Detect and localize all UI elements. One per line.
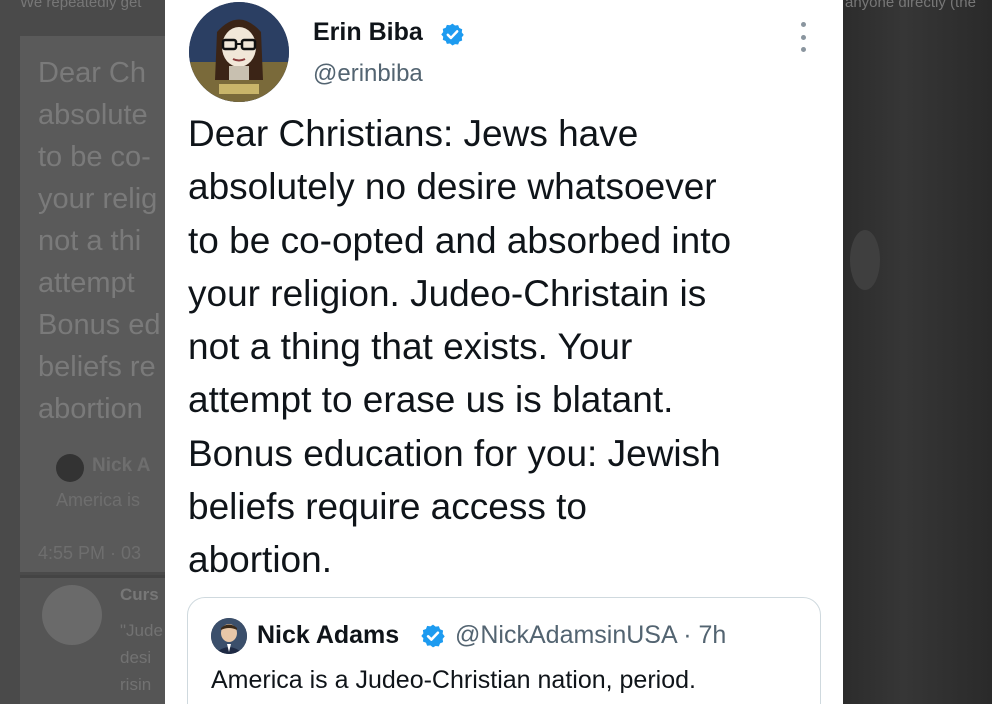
background-reply-avatar [42, 585, 102, 645]
background-reply-line: desi [120, 648, 152, 667]
more-options-icon[interactable] [793, 20, 813, 54]
background-text-line: abortion [38, 393, 143, 425]
background-quote-text: America is [56, 490, 141, 510]
tweet-text-line: Bonus education for you: Jewish [188, 432, 721, 474]
background-text-line: attempt [38, 267, 135, 299]
tweet-text-line: abortion. [188, 539, 332, 581]
background-tweet-text: Dear Ch absolute to be co- your relig no… [38, 52, 165, 430]
background-blur-spot [850, 230, 880, 290]
background-reply-line: "Jude [120, 621, 163, 640]
tweet-text-line: to be co-opted and absorbed into [188, 219, 732, 261]
tweet-text: Dear Christians: Jews have absolutely no… [188, 107, 828, 587]
background-text-line: absolute [38, 99, 148, 131]
background-reply-line: risin [120, 675, 152, 694]
verified-badge-icon [421, 624, 445, 648]
quoted-text: America is a Judeo-Christian nation, per… [211, 666, 696, 694]
background-top-left-text: We repeatedly get [20, 0, 142, 11]
background-text-line: not a thi [38, 225, 142, 257]
tweet-text-line: Dear Christians: Jews have [188, 113, 639, 154]
background-text-line: Bonus ed [38, 309, 161, 341]
tweet-text-line: your religion. Judeo-Christain is [188, 272, 707, 314]
background-top-right-text: anyone directly (the [845, 0, 976, 11]
tweet-text-line: beliefs require access to [188, 486, 587, 528]
background-text-line: Dear Ch [38, 57, 146, 89]
background-reply-name: Curs [120, 585, 159, 604]
verified-badge-icon [441, 23, 464, 46]
background-reply-text: "Jude desi risin [120, 617, 165, 698]
tweet-text-line: absolutely no desire whatsoever [188, 166, 717, 208]
background-quote-avatar [56, 454, 84, 482]
background-right-panel [843, 0, 992, 704]
avatar[interactable] [189, 2, 289, 102]
quoted-avatar[interactable] [211, 618, 247, 654]
tweet-text-line: attempt to erase us is blatant. [188, 379, 674, 421]
background-text-line: your relig [38, 183, 158, 215]
background-timestamp: 4:55 PM · 03 [38, 543, 142, 563]
quoted-display-name[interactable]: Nick Adams [257, 621, 399, 650]
quoted-handle-time: @NickAdamsinUSA · 7h [455, 621, 727, 649]
background-text-line: to be co- [38, 141, 151, 173]
author-handle[interactable]: @erinbiba [313, 60, 423, 88]
author-display-name[interactable]: Erin Biba [313, 18, 423, 47]
background-text-line: beliefs re [38, 351, 156, 383]
tweet-card: Erin Biba @erinbiba Dear Christians: Jew… [165, 0, 843, 704]
tweet-text-line: not a thing that exists. Your [188, 326, 633, 368]
